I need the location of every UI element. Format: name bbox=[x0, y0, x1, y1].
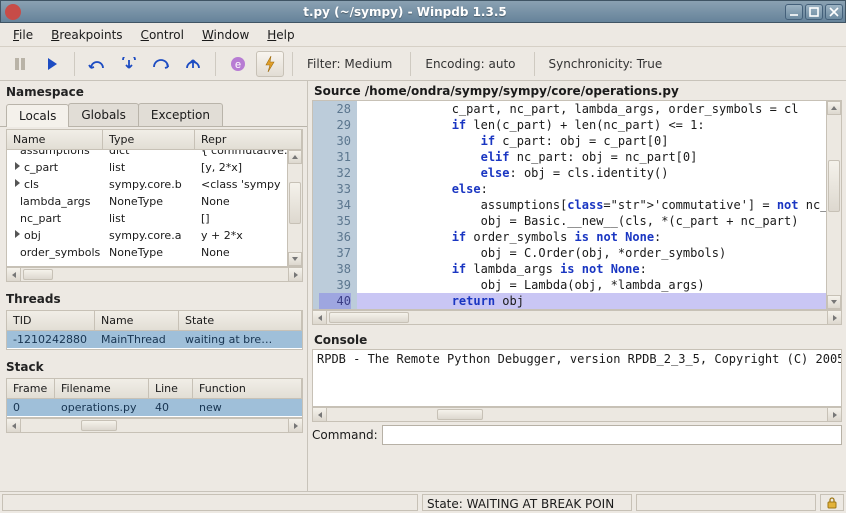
menu-breakpoints[interactable]: Breakpoints bbox=[44, 25, 129, 45]
table-row[interactable]: lambda_argsNoneTypeNone bbox=[7, 193, 302, 210]
toolbar: e Filter: Medium Encoding: auto Synchron… bbox=[0, 47, 846, 81]
tab-globals[interactable]: Globals bbox=[68, 103, 139, 126]
menubar: File Breakpoints Control Window Help bbox=[0, 23, 846, 47]
scrollbar-horizontal[interactable] bbox=[312, 407, 842, 422]
scroll-left-icon[interactable] bbox=[313, 311, 327, 324]
scroll-thumb[interactable] bbox=[23, 269, 53, 280]
threads-header-tid[interactable]: TID bbox=[7, 311, 95, 330]
stack-body[interactable]: 0operations.py40new bbox=[7, 399, 302, 417]
status-mid bbox=[636, 494, 816, 511]
scrollbar-vertical[interactable] bbox=[826, 101, 841, 309]
scrollbar-horizontal[interactable] bbox=[6, 267, 303, 282]
namespace-title: Namespace bbox=[0, 81, 307, 101]
scroll-right-icon[interactable] bbox=[827, 311, 841, 324]
scroll-right-icon[interactable] bbox=[288, 419, 302, 432]
stack-table: Frame Filename Line Function 0operations… bbox=[6, 378, 303, 418]
code-lines[interactable]: c_part, nc_part, lambda_args, order_symb… bbox=[357, 101, 841, 309]
threads-header-state[interactable]: State bbox=[179, 311, 302, 330]
table-row[interactable]: nc_partlist[] bbox=[7, 210, 302, 227]
titlebar: t.py (~/sympy) - Winpdb 1.3.5 bbox=[0, 0, 846, 23]
source-view[interactable]: 28293031323334353637383940 c_part, nc_pa… bbox=[312, 100, 842, 310]
sync-label[interactable]: Synchronicity: True bbox=[543, 53, 673, 75]
bolt-icon[interactable] bbox=[256, 51, 284, 77]
namespace-body[interactable]: assumptionsdict{'commutative…c_partlist[… bbox=[7, 150, 302, 266]
play-icon[interactable] bbox=[38, 51, 66, 77]
console-output[interactable]: RPDB - The Remote Python Debugger, versi… bbox=[312, 349, 842, 407]
scroll-thumb[interactable] bbox=[437, 409, 483, 420]
scroll-thumb[interactable] bbox=[81, 420, 117, 431]
step-into-icon[interactable] bbox=[115, 51, 143, 77]
command-input[interactable] bbox=[382, 425, 842, 445]
scrollbar-horizontal[interactable] bbox=[6, 418, 303, 433]
namespace-header-type[interactable]: Type bbox=[103, 130, 195, 149]
tab-exception[interactable]: Exception bbox=[138, 103, 223, 126]
gutter: 28293031323334353637383940 bbox=[313, 101, 357, 309]
menu-window[interactable]: Window bbox=[195, 25, 256, 45]
scroll-down-icon[interactable] bbox=[827, 295, 841, 309]
console-title: Console bbox=[308, 329, 846, 349]
table-row[interactable]: order_symbolsNoneTypeNone bbox=[7, 244, 302, 261]
scroll-left-icon[interactable] bbox=[313, 408, 327, 421]
status-state: State: WAITING AT BREAK POIN bbox=[422, 494, 632, 511]
scroll-left-icon[interactable] bbox=[7, 268, 21, 281]
command-label: Command: bbox=[312, 428, 378, 442]
scroll-thumb[interactable] bbox=[288, 164, 302, 252]
scrollbar-vertical[interactable] bbox=[287, 150, 302, 266]
threads-table: TID Name State -1210242880MainThreadwait… bbox=[6, 310, 303, 350]
namespace-header-name[interactable]: Name bbox=[7, 130, 103, 149]
scroll-up-icon[interactable] bbox=[827, 101, 841, 115]
namespace-table: Name Type Repr assumptionsdict{'commutat… bbox=[6, 129, 303, 267]
minimize-button[interactable] bbox=[785, 4, 803, 20]
threads-title: Threads bbox=[0, 288, 307, 308]
exception-filter-icon[interactable]: e bbox=[224, 51, 252, 77]
statusbar: State: WAITING AT BREAK POIN bbox=[0, 491, 846, 513]
scrollbar-horizontal[interactable] bbox=[312, 310, 842, 325]
table-row[interactable]: assumptionsdict{'commutative… bbox=[7, 150, 302, 159]
scroll-right-icon[interactable] bbox=[288, 268, 302, 281]
threads-header-name[interactable]: Name bbox=[95, 311, 179, 330]
stack-title: Stack bbox=[0, 356, 307, 376]
scroll-up-icon[interactable] bbox=[288, 150, 302, 164]
window-title: t.py (~/sympy) - Winpdb 1.3.5 bbox=[25, 5, 785, 19]
menu-control[interactable]: Control bbox=[134, 25, 191, 45]
lock-icon bbox=[820, 494, 844, 511]
expand-icon[interactable] bbox=[13, 230, 22, 239]
table-row[interactable]: -1210242880MainThreadwaiting at bre… bbox=[7, 331, 302, 348]
source-title: Source /home/ondra/sympy/sympy/core/oper… bbox=[308, 81, 846, 100]
menu-help[interactable]: Help bbox=[260, 25, 301, 45]
step-return-icon[interactable] bbox=[83, 51, 111, 77]
scroll-left-icon[interactable] bbox=[7, 419, 21, 432]
namespace-header-repr[interactable]: Repr bbox=[195, 130, 302, 149]
table-row[interactable]: 0operations.py40new bbox=[7, 399, 302, 416]
table-row[interactable]: c_partlist[y, 2*x] bbox=[7, 159, 302, 176]
expand-icon[interactable] bbox=[13, 162, 22, 171]
maximize-button[interactable] bbox=[805, 4, 823, 20]
scroll-thumb[interactable] bbox=[827, 115, 841, 295]
step-over-icon[interactable] bbox=[147, 51, 175, 77]
app-icon bbox=[5, 4, 21, 20]
step-out-icon[interactable] bbox=[179, 51, 207, 77]
tab-locals[interactable]: Locals bbox=[6, 104, 69, 127]
status-left bbox=[2, 494, 418, 511]
expand-icon[interactable] bbox=[13, 179, 22, 188]
scroll-thumb[interactable] bbox=[329, 312, 409, 323]
scroll-right-icon[interactable] bbox=[827, 408, 841, 421]
table-row[interactable]: clssympy.core.b<class 'sympy bbox=[7, 176, 302, 193]
filter-label[interactable]: Filter: Medium bbox=[301, 53, 402, 75]
pause-icon[interactable] bbox=[6, 51, 34, 77]
stack-header-line[interactable]: Line bbox=[149, 379, 193, 398]
table-row[interactable]: objsympy.core.ay + 2*x bbox=[7, 227, 302, 244]
stack-header-frame[interactable]: Frame bbox=[7, 379, 55, 398]
stack-header-filename[interactable]: Filename bbox=[55, 379, 149, 398]
threads-body[interactable]: -1210242880MainThreadwaiting at bre… bbox=[7, 331, 302, 349]
scroll-down-icon[interactable] bbox=[288, 252, 302, 266]
close-button[interactable] bbox=[825, 4, 843, 20]
menu-file[interactable]: File bbox=[6, 25, 40, 45]
namespace-tabs: Locals Globals Exception bbox=[0, 103, 307, 127]
stack-header-function[interactable]: Function bbox=[193, 379, 302, 398]
svg-text:e: e bbox=[235, 59, 241, 71]
encoding-label[interactable]: Encoding: auto bbox=[419, 53, 525, 75]
